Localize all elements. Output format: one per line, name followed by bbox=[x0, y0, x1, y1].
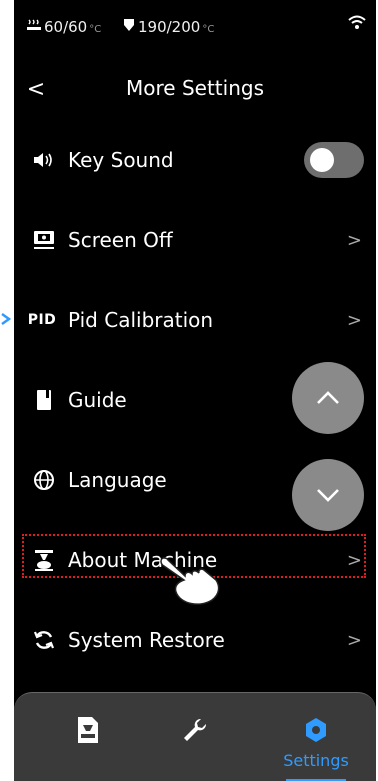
book-icon bbox=[30, 386, 58, 414]
bed-temp-value: 60/60 bbox=[44, 18, 88, 36]
chevron-right-icon: > bbox=[346, 229, 362, 251]
nozzle-icon bbox=[124, 19, 134, 31]
scroll-down-button[interactable] bbox=[292, 459, 364, 531]
menu-item-label: Pid Calibration bbox=[68, 308, 214, 332]
header: < More Settings bbox=[14, 70, 376, 110]
tab-tools[interactable] bbox=[135, 693, 255, 781]
pid-icon-text: PID bbox=[27, 312, 57, 328]
page-title: More Settings bbox=[126, 76, 264, 100]
tab-print[interactable] bbox=[28, 693, 148, 781]
monitor-icon bbox=[30, 226, 58, 254]
wrench-icon bbox=[180, 715, 210, 745]
menu-item-system-restore[interactable]: System Restore > bbox=[14, 613, 376, 667]
bed-temp-unit: °C bbox=[89, 24, 102, 35]
file-print-icon bbox=[73, 715, 103, 745]
gear-icon bbox=[301, 715, 331, 745]
globe-icon bbox=[30, 466, 58, 494]
chevron-down-icon bbox=[317, 489, 339, 502]
tab-settings[interactable]: Settings bbox=[256, 693, 376, 781]
menu-item-key-sound[interactable]: Key Sound bbox=[14, 133, 376, 187]
bed-temp: 60/60 °C bbox=[26, 18, 101, 36]
chevron-right-icon: > bbox=[346, 309, 362, 331]
scroll-up-button[interactable] bbox=[292, 362, 364, 434]
key-sound-toggle[interactable] bbox=[304, 142, 364, 178]
menu-item-screen-off[interactable]: Screen Off > bbox=[14, 213, 376, 267]
menu-item-label: System Restore bbox=[68, 628, 225, 652]
chevron-up-icon bbox=[317, 391, 339, 404]
menu-item-label: Key Sound bbox=[68, 148, 174, 172]
menu-item-label: Screen Off bbox=[68, 228, 173, 252]
wifi-icon bbox=[348, 15, 366, 29]
menu-item-label: Language bbox=[68, 468, 167, 492]
toggle-knob bbox=[310, 148, 334, 172]
device-screen: 60/60 °C 190/200 °C < More Settings Key … bbox=[14, 0, 376, 781]
pointer-arrow-icon bbox=[1, 312, 12, 326]
tab-bar: Settings bbox=[14, 692, 376, 781]
status-bar: 60/60 °C 190/200 °C bbox=[14, 0, 376, 50]
heated-bed-icon bbox=[27, 19, 41, 30]
pid-icon: PID bbox=[24, 306, 60, 334]
nozzle-temp-unit: °C bbox=[202, 24, 215, 35]
nozzle-temp: 190/200 °C bbox=[122, 18, 214, 36]
menu-item-pid-calibration[interactable]: PID Pid Calibration > bbox=[14, 293, 376, 347]
menu-item-label: Guide bbox=[68, 388, 127, 412]
hand-pointer-icon bbox=[160, 557, 220, 605]
chevron-right-icon: > bbox=[346, 629, 362, 651]
speaker-icon bbox=[30, 146, 58, 174]
refresh-icon bbox=[30, 626, 58, 654]
nozzle-temp-value: 190/200 bbox=[138, 18, 201, 36]
tab-label: Settings bbox=[283, 751, 349, 770]
